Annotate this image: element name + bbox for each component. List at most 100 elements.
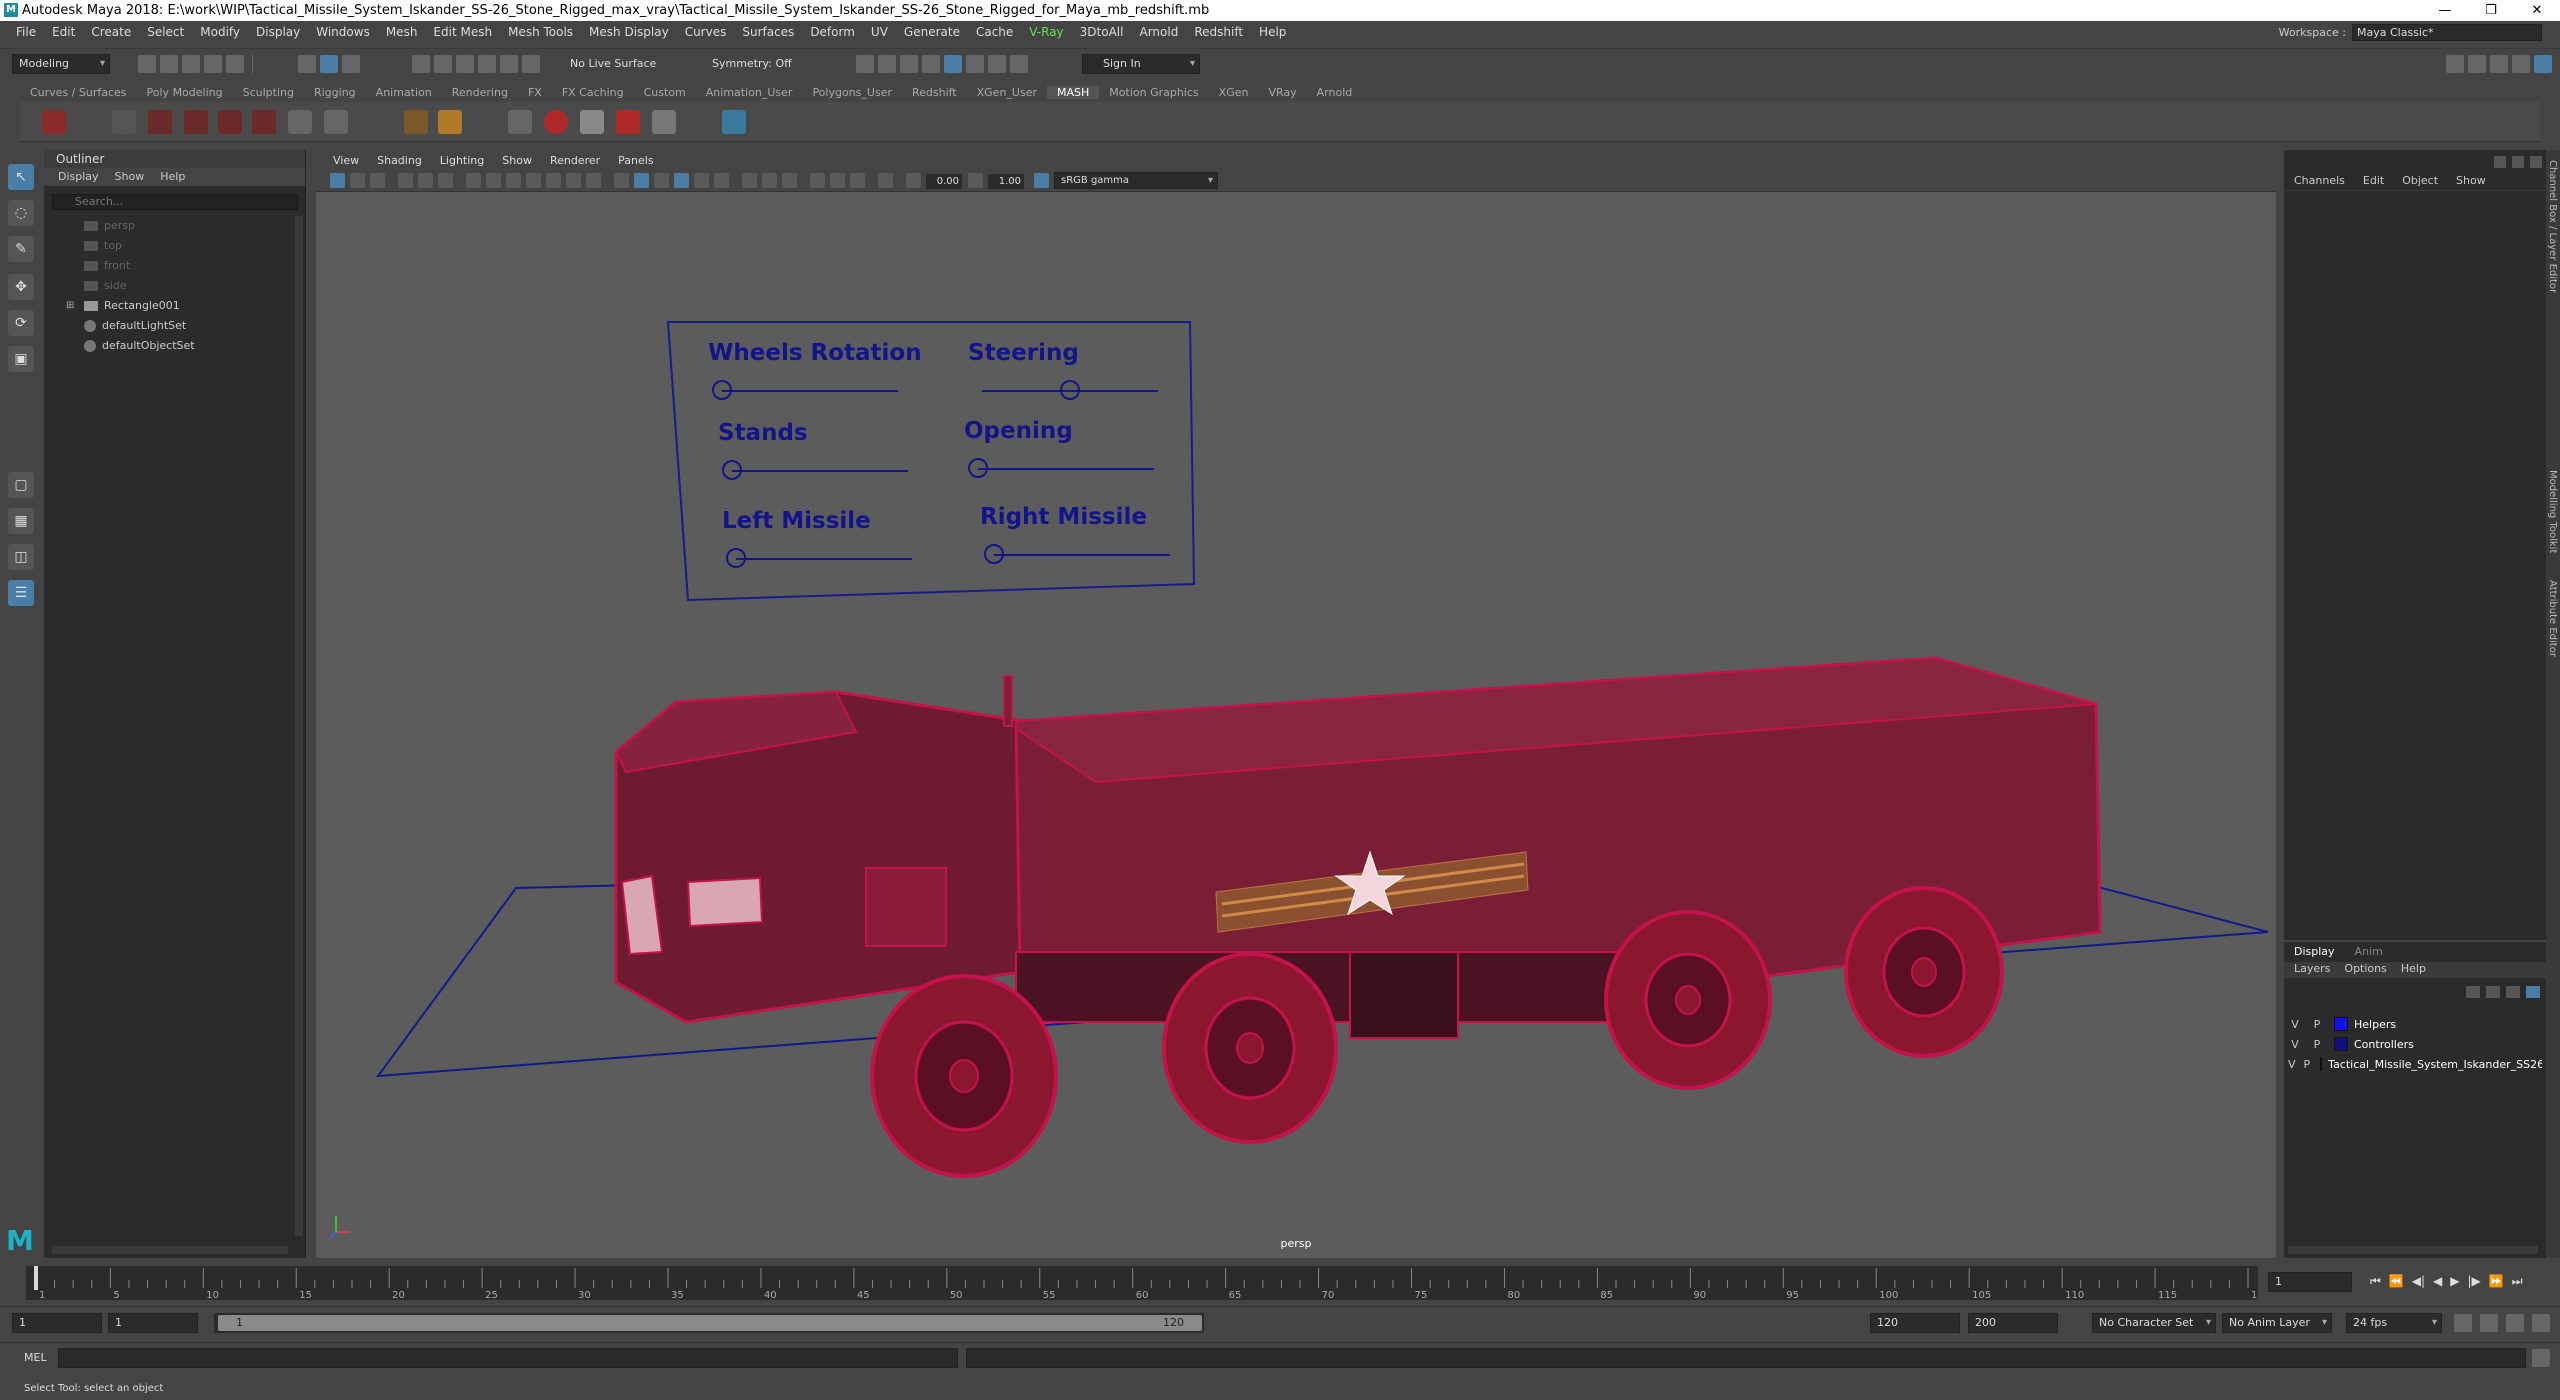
outliner-menu-display[interactable]: Display xyxy=(58,168,99,186)
select-by-object-icon[interactable] xyxy=(320,55,338,73)
wireframe-icon[interactable] xyxy=(614,173,629,188)
pause-icon[interactable] xyxy=(988,55,1006,73)
2d-pan-zoom-icon[interactable] xyxy=(418,173,433,188)
render-frame-icon[interactable] xyxy=(878,55,896,73)
outliner-item[interactable]: defaultObjectSet xyxy=(84,336,195,356)
menu-edit-mesh[interactable]: Edit Mesh xyxy=(425,25,500,39)
mode-dropdown[interactable]: Modeling xyxy=(12,54,110,74)
camera-attributes-icon[interactable] xyxy=(350,173,365,188)
play-backward-icon[interactable]: ◀ xyxy=(2433,1274,2442,1289)
layer-h-scrollbar[interactable] xyxy=(2288,1246,2538,1254)
mash-network-icon[interactable] xyxy=(42,110,66,134)
outliner-scrollbar[interactable] xyxy=(295,216,303,1236)
shelf-tab-curves-surfaces[interactable]: Curves / Surfaces xyxy=(20,86,137,99)
menu-surfaces[interactable]: Surfaces xyxy=(734,25,802,39)
colorspace-dropdown[interactable]: sRGB gamma xyxy=(1054,172,1218,189)
outliner-h-scrollbar[interactable] xyxy=(52,1246,288,1254)
resolution-gate-icon[interactable] xyxy=(506,173,521,188)
gamma-icon[interactable] xyxy=(968,173,983,188)
outliner-item[interactable]: side xyxy=(84,276,127,296)
bookmarks-icon[interactable] xyxy=(370,173,385,188)
layer-tab-anim[interactable]: Anim xyxy=(2355,942,2383,962)
field-chart-icon[interactable] xyxy=(546,173,561,188)
menu-modify[interactable]: Modify xyxy=(192,25,248,39)
mel-label[interactable]: MEL xyxy=(24,1351,47,1364)
shelf-tab-mash[interactable]: MASH xyxy=(1047,85,1100,99)
film-gate-icon[interactable] xyxy=(486,173,501,188)
menu-mesh-tools[interactable]: Mesh Tools xyxy=(500,25,581,39)
move-layer-up-icon[interactable] xyxy=(2466,986,2480,998)
xray-icon[interactable] xyxy=(694,173,709,188)
layer-playback-toggle[interactable]: P xyxy=(2304,1058,2311,1071)
safe-title-icon[interactable] xyxy=(586,173,601,188)
gamma-value[interactable]: 1.00 xyxy=(988,174,1024,189)
channel-menu-channels[interactable]: Channels xyxy=(2294,174,2345,187)
tool-settings-icon[interactable] xyxy=(2490,55,2508,73)
sound-icon[interactable] xyxy=(2480,1314,2498,1332)
playback-end-field[interactable]: 120 xyxy=(1870,1313,1960,1333)
color-management-icon[interactable] xyxy=(1034,173,1049,188)
shadows-icon[interactable] xyxy=(782,173,797,188)
anti-aliasing-icon[interactable] xyxy=(850,173,865,188)
menu-cache[interactable]: Cache xyxy=(968,25,1021,39)
step-back-frame-icon[interactable]: ◀| xyxy=(2412,1274,2425,1289)
shelf-tab-arnold[interactable]: Arnold xyxy=(1307,86,1363,99)
end-time-field[interactable]: 200 xyxy=(1968,1313,2058,1333)
menu-select[interactable]: Select xyxy=(139,25,192,39)
mash-sphere-icon[interactable] xyxy=(544,110,568,134)
range-slider[interactable]: 1 120 xyxy=(214,1313,1204,1333)
layer-menu-help[interactable]: Help xyxy=(2401,962,2426,978)
close-button[interactable]: ✕ xyxy=(2514,0,2560,21)
lasso-tool-icon[interactable]: ◌ xyxy=(8,200,34,226)
outliner-menu-help[interactable]: Help xyxy=(160,168,185,186)
perspective-viewport[interactable]: Wheels Rotation Steering Stands Opening Left… xyxy=(316,192,2276,1258)
layer-visibility-toggle[interactable]: V xyxy=(2288,1058,2296,1071)
shelf-tab-rendering[interactable]: Rendering xyxy=(442,86,518,99)
lights-icon[interactable] xyxy=(762,173,777,188)
mash-curve-icon[interactable] xyxy=(184,110,208,134)
range-slider-handle[interactable]: 1 120 xyxy=(218,1315,1202,1331)
menu-mesh-display[interactable]: Mesh Display xyxy=(581,25,677,39)
control-slider-track[interactable] xyxy=(984,544,1170,564)
menu-v-ray[interactable]: V-Ray xyxy=(1021,25,1071,39)
mash-blend-icon[interactable] xyxy=(616,110,640,134)
outliner-item[interactable]: defaultLightSet xyxy=(84,316,186,336)
mash-loop-icon[interactable] xyxy=(508,110,532,134)
go-to-start-icon[interactable]: ⏮ xyxy=(2370,1274,2381,1289)
hypershade-icon[interactable] xyxy=(944,55,962,73)
command-input[interactable] xyxy=(58,1348,958,1368)
paint-select-tool-icon[interactable]: ✎ xyxy=(8,236,34,262)
history-icon[interactable] xyxy=(856,55,874,73)
control-slider-track[interactable] xyxy=(712,380,898,400)
shelf-tab-xgen-user[interactable]: XGen_User xyxy=(967,86,1047,99)
control-slider-track[interactable] xyxy=(722,460,908,480)
two-view-layout-icon[interactable]: ◫ xyxy=(8,544,34,570)
render-settings-icon[interactable] xyxy=(922,55,940,73)
outliner-item[interactable]: top xyxy=(84,236,122,256)
control-slider-knob[interactable] xyxy=(712,380,732,400)
outliner-menu-show[interactable]: Show xyxy=(115,168,145,186)
wireframe-on-shaded-icon[interactable] xyxy=(674,173,689,188)
new-empty-layer-icon[interactable] xyxy=(2506,986,2520,998)
shelf-tab-redshift[interactable]: Redshift xyxy=(902,86,967,99)
shelf-tab-poly-modeling[interactable]: Poly Modeling xyxy=(137,86,233,99)
snap-curve-icon[interactable] xyxy=(434,55,452,73)
rotate-tool-icon[interactable]: ⟳ xyxy=(8,310,34,336)
viewport-menu-show[interactable]: Show xyxy=(493,154,541,167)
new-layer-selected-icon[interactable] xyxy=(2526,986,2540,998)
outliner-item[interactable]: persp xyxy=(84,216,135,236)
layer-row[interactable]: V P Tactical_Missile_System_Iskander_SS26 xyxy=(2288,1054,2542,1074)
default-material-icon[interactable] xyxy=(654,173,669,188)
layer-tab-display[interactable]: Display xyxy=(2294,942,2335,962)
control-slider-track[interactable] xyxy=(982,380,1158,400)
layer-color-swatch[interactable] xyxy=(2334,1017,2348,1031)
layer-color-swatch[interactable] xyxy=(2320,1057,2323,1071)
layer-visibility-toggle[interactable]: V xyxy=(2288,1018,2302,1031)
layer-row[interactable]: V P Controllers xyxy=(2288,1034,2542,1054)
shelf-tab-animation-user[interactable]: Animation_User xyxy=(696,86,803,99)
viewport-menu-renderer[interactable]: Renderer xyxy=(541,154,609,167)
minimize-button[interactable]: — xyxy=(2422,0,2468,21)
control-slider-knob[interactable] xyxy=(726,548,746,568)
menu-generate[interactable]: Generate xyxy=(896,25,968,39)
control-slider-knob[interactable] xyxy=(984,544,1004,564)
